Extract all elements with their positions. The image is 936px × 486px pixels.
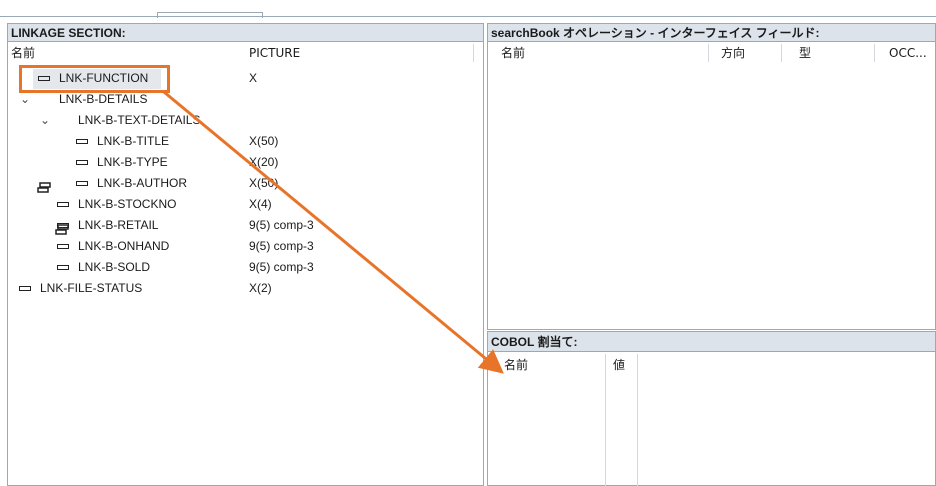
column-separator[interactable] [781,44,782,62]
tree-row-picture: X(50) [249,176,279,190]
cobol-assignment-title: COBOL 割当て: [488,332,935,352]
column-header-type[interactable]: 型 [799,44,811,62]
tree-row-label: LNK-B-STOCKNO [78,197,177,211]
column-header-picture[interactable]: PICTURE [249,44,300,62]
tree-row-lnk-b-retail[interactable]: LNK-B-RETAIL 9(5) comp-3 [0,215,470,236]
tree-row-picture: X(2) [249,281,272,295]
tree-row-label: LNK-B-TEXT-DETAILS [78,113,201,127]
field-icon [57,223,69,228]
tree-row-lnk-b-stockno[interactable]: LNK-B-STOCKNO X(4) [0,194,470,215]
tree-row-picture: X(20) [249,155,279,169]
tree-row-lnk-b-title[interactable]: LNK-B-TITLE X(50) [0,131,470,152]
tree-row-label: LNK-FILE-STATUS [40,281,143,295]
tree-row-lnk-b-text-details[interactable]: ⌄ LNK-B-TEXT-DETAILS [0,110,470,235]
tree-row-label: LNK-B-TYPE [97,155,168,169]
tree-row-lnk-file-status[interactable]: LNK-FILE-STATUS X(2) [0,278,470,299]
column-separator[interactable] [874,44,875,62]
tree-row-lnk-b-type[interactable]: LNK-B-TYPE X(20) [0,152,470,173]
field-icon [76,160,88,165]
tree-row-label: LNK-B-SOLD [78,260,151,274]
field-icon [57,244,69,249]
annotation-highlight-box [19,65,170,93]
tree-row-picture: X(4) [249,197,272,211]
tree-row-label: LNK-B-TITLE [97,134,170,148]
tree-row-picture: X [249,71,258,85]
column-header-name[interactable]: 名前 [11,44,35,62]
tree-row-label: LNK-B-RETAIL [78,218,159,232]
tree-row-picture: 9(5) comp-3 [249,239,314,253]
column-header-name[interactable]: 名前 [504,356,528,374]
field-icon [76,181,88,186]
cobol-assignment-pane: COBOL 割当て: 名前 値 [487,331,936,486]
column-header-direction[interactable]: 方向 [721,44,745,62]
interface-fields-pane: searchBook オペレーション - インターフェイス フィールド: 名前 … [487,23,936,330]
linkage-section-title: LINKAGE SECTION: [8,24,483,42]
tree-row-lnk-b-sold[interactable]: LNK-B-SOLD 9(5) comp-3 [0,257,470,278]
column-separator[interactable] [605,354,606,486]
tree-row-label: LNK-B-AUTHOR [97,176,188,190]
field-icon [57,265,69,270]
tab-divider [0,16,936,17]
field-icon [76,139,88,144]
field-icon [57,202,69,207]
column-header-occurs[interactable]: OCC... [889,44,927,62]
column-separator[interactable] [473,44,474,62]
tree-row-picture: 9(5) comp-3 [249,260,314,274]
editor-tab-strip [0,0,936,20]
tree-row-picture: 9(5) comp-3 [249,218,314,232]
column-separator[interactable] [708,44,709,62]
field-icon [19,286,31,291]
column-separator[interactable] [637,354,638,486]
tree-row-lnk-b-onhand[interactable]: LNK-B-ONHAND 9(5) comp-3 [0,236,470,257]
column-header-name[interactable]: 名前 [501,44,525,62]
chevron-down-icon[interactable]: ⌄ [38,110,52,131]
tree-row-lnk-b-author[interactable]: LNK-B-AUTHOR X(50) [0,173,470,194]
tree-row-picture: X(50) [249,134,279,148]
active-tab[interactable] [157,12,263,18]
interface-fields-title: searchBook オペレーション - インターフェイス フィールド: [488,24,935,42]
column-header-value[interactable]: 値 [613,356,625,374]
tree-row-label: LNK-B-ONHAND [78,239,170,253]
